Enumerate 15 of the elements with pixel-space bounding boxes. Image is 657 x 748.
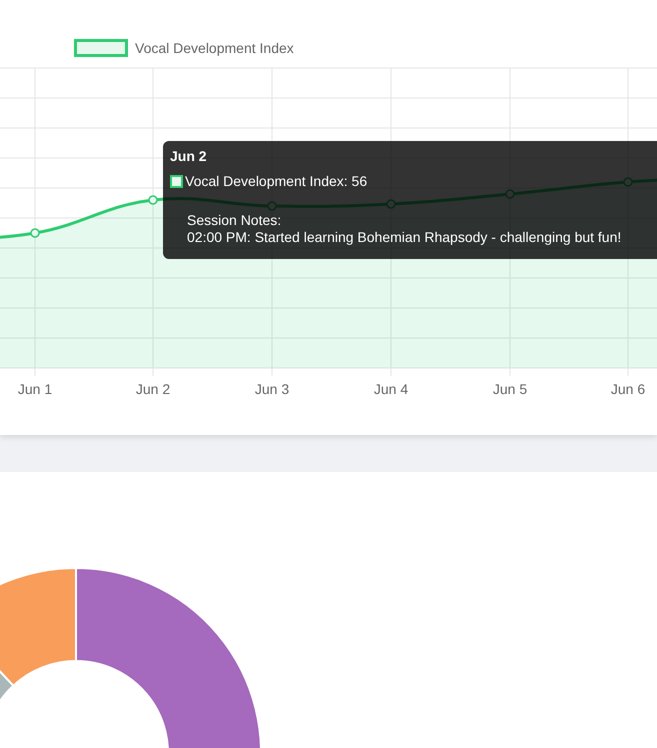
x-axis-label: Jun 2 [136,381,170,397]
legend-swatch-icon [74,39,128,57]
tooltip-swatch-icon [170,174,183,188]
tooltip-note: 02:00 PM: Started learning Bohemian Rhapsody - challenging but fun! [187,229,622,246]
tooltip-notes-heading: Session Notes: [187,212,282,229]
x-axis-label: Jun 3 [254,381,290,397]
x-axis-label: Jun 4 [374,381,408,397]
tooltip-value: Vocal Development Index: 56 [185,173,368,189]
legend-label[interactable]: Vocal Development Index [135,40,294,56]
x-axis-label: Jun 5 [492,381,528,397]
data-point[interactable] [30,228,40,238]
tooltip-title: Jun 2 [170,148,207,164]
x-axis-label: Jun 1 [18,381,52,397]
x-axis-label: Jun 6 [610,381,646,397]
data-point[interactable] [148,195,158,205]
